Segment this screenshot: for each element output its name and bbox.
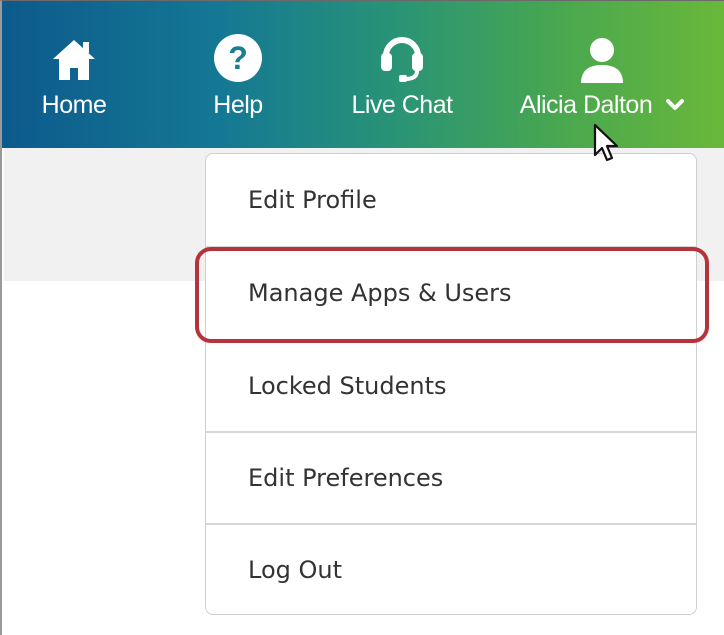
user-name: Alicia Dalton <box>519 91 653 119</box>
home-icon <box>51 29 97 83</box>
svg-text:?: ? <box>228 40 248 76</box>
nav-live-chat-label: Live Chat <box>351 91 453 119</box>
menu-item-edit-profile[interactable]: Edit Profile <box>206 154 696 246</box>
nav-home[interactable]: Home <box>34 29 114 120</box>
menu-item-label: Edit Profile <box>248 186 377 214</box>
user-icon <box>579 29 625 83</box>
nav-help[interactable]: ? Help <box>198 29 278 120</box>
nav-user-menu[interactable]: Alicia Dalton <box>502 29 702 120</box>
menu-item-manage-apps-users[interactable]: Manage Apps & Users <box>206 247 696 339</box>
menu-item-label: Manage Apps & Users <box>248 279 512 307</box>
chevron-down-icon[interactable] <box>666 98 685 117</box>
menu-item-log-out[interactable]: Log Out <box>206 524 696 616</box>
mouse-cursor-icon <box>592 123 622 172</box>
user-dropdown-menu: Edit Profile Manage Apps & Users Locked … <box>205 153 697 615</box>
menu-item-label: Edit Preferences <box>248 464 444 492</box>
menu-item-locked-students[interactable]: Locked Students <box>206 340 696 432</box>
nav-live-chat[interactable]: Live Chat <box>342 29 462 120</box>
nav-help-label: Help <box>213 91 263 119</box>
help-icon: ? <box>213 29 263 83</box>
headset-icon <box>377 29 427 83</box>
nav-home-label: Home <box>41 91 107 119</box>
menu-item-edit-preferences[interactable]: Edit Preferences <box>206 432 696 524</box>
menu-item-label: Log Out <box>248 556 343 584</box>
menu-item-label: Locked Students <box>248 372 447 400</box>
app-frame: Home ? Help Live Chat Alicia Dalton Edit… <box>0 0 724 635</box>
